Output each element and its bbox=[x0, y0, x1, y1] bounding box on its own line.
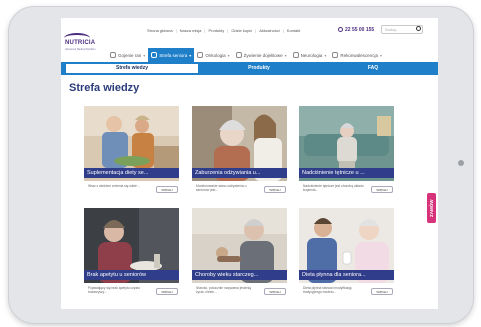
article-title[interactable]: Suplementacja diety se... bbox=[84, 168, 179, 178]
article-card[interactable]: Zaburzenia odżywiania u... Monitorowanie… bbox=[192, 106, 287, 204]
category-label: Onkologia bbox=[205, 52, 226, 58]
top-nav-item-home[interactable]: Strona główna bbox=[147, 28, 173, 33]
tab-products[interactable]: Produkty bbox=[209, 64, 309, 73]
article-card[interactable]: Brak apetytu u seniorów Pojawiający się … bbox=[84, 208, 179, 306]
search-icon[interactable] bbox=[416, 26, 421, 31]
category-senior-zone[interactable]: Strefa seniora ▾ bbox=[148, 48, 195, 62]
category-enteral-nutrition[interactable]: Żywienie dojelitowe ▾ bbox=[233, 48, 290, 62]
chevron-down-icon: ▾ bbox=[284, 52, 287, 58]
article-excerpt: Dieta płynna stanowi modyfikację tradycy… bbox=[303, 286, 352, 294]
divider: | bbox=[227, 28, 229, 33]
article-excerpt: Starość, potocznie nazywana jesienią życ… bbox=[196, 286, 251, 294]
order-side-tab[interactable]: ZAMÓW bbox=[427, 193, 436, 223]
article-card[interactable]: Dieta płynna dla seniora... Dieta płynna… bbox=[299, 208, 394, 306]
divider: | bbox=[204, 28, 206, 33]
more-button[interactable]: WIĘCEJ bbox=[156, 186, 178, 193]
bandage-icon bbox=[110, 52, 116, 58]
recovery-icon bbox=[332, 52, 339, 58]
phone-icon bbox=[338, 27, 343, 32]
article-title[interactable]: Nadciśnienie tętnicze u ... bbox=[299, 168, 394, 178]
home-button[interactable] bbox=[458, 160, 464, 166]
divider: | bbox=[255, 28, 257, 33]
category-oncology[interactable]: Onkologia ▾ bbox=[194, 48, 232, 62]
tube-icon bbox=[235, 52, 242, 58]
brain-icon bbox=[292, 52, 299, 58]
article-excerpt: Monitorowanie stanu odżywienia u senioró… bbox=[196, 184, 247, 192]
article-card[interactable]: Nadciśnienie tętnicze u ... Nadciśnienie… bbox=[299, 106, 394, 204]
logo-tagline: Advanced Medical Nutrition bbox=[65, 48, 96, 51]
section-tabs: Strefa wiedzy Produkty FAQ bbox=[61, 62, 438, 75]
top-nav-item-mission[interactable]: Nasza misja bbox=[180, 28, 202, 33]
category-nav: Gojenie ran ▾ Strefa seniora ▾ Onkologia ▾ … bbox=[107, 48, 385, 62]
divider: | bbox=[175, 28, 177, 33]
divider: | bbox=[282, 28, 284, 33]
more-button[interactable]: WIĘCEJ bbox=[264, 186, 286, 193]
top-nav-item-contact[interactable]: Kontakt bbox=[287, 28, 301, 33]
logo[interactable]: NUTRICIA bbox=[65, 40, 95, 46]
chevron-down-icon: ▾ bbox=[324, 52, 327, 58]
category-neurology[interactable]: Neurologia ▾ bbox=[290, 48, 330, 62]
browser-screen: NUTRICIA Advanced Medical Nutrition Stro… bbox=[61, 18, 438, 309]
article-title[interactable]: Zaburzenia odżywiania u... bbox=[192, 168, 287, 178]
category-label: Gojenie ran bbox=[118, 52, 142, 58]
ribbon-icon bbox=[197, 52, 204, 58]
chevron-down-icon: ▾ bbox=[379, 52, 382, 58]
top-nav: Strona główna | Nasza misja | Produkty | Gd… bbox=[147, 28, 300, 33]
chevron-down-icon: ▾ bbox=[189, 52, 192, 58]
site-header: NUTRICIA Advanced Medical Nutrition Stro… bbox=[61, 18, 438, 62]
category-label: Strefa seniora bbox=[159, 52, 188, 58]
category-label: Neurologia bbox=[300, 52, 323, 58]
article-excerpt: Nadciśnienie tętnicze jest chorobą układ… bbox=[303, 184, 364, 192]
chevron-down-icon: ▾ bbox=[227, 52, 230, 58]
category-wound-healing[interactable]: Gojenie ran ▾ bbox=[107, 48, 148, 62]
article-title[interactable]: Dieta płynna dla seniora... bbox=[299, 270, 394, 280]
more-button[interactable]: WIĘCEJ bbox=[371, 186, 393, 193]
article-excerpt: Pojawiający się brak apetytu często towa… bbox=[88, 286, 141, 294]
tab-knowledge-zone[interactable]: Strefa wiedzy bbox=[66, 64, 198, 73]
article-title[interactable]: Choroby wieku starczeg... bbox=[192, 270, 287, 280]
more-button[interactable]: WIĘCEJ bbox=[371, 288, 393, 295]
top-nav-item-where-to-buy[interactable]: Gdzie kupić bbox=[231, 28, 252, 33]
senior-icon bbox=[151, 52, 158, 58]
page-title: Strefa wiedzy bbox=[69, 82, 140, 94]
phone-number: 22 55 00 155 bbox=[345, 27, 375, 33]
tab-faq[interactable]: FAQ bbox=[323, 64, 423, 73]
more-button[interactable]: WIĘCEJ bbox=[264, 288, 286, 295]
chevron-down-icon: ▾ bbox=[143, 52, 146, 58]
phone-link[interactable]: 22 55 00 155 bbox=[338, 27, 374, 33]
more-button[interactable]: WIĘCEJ bbox=[156, 288, 178, 295]
category-label: Żywienie dojelitowe bbox=[243, 52, 283, 58]
article-excerpt: Wraz z wiekiem zmienia się wiele... bbox=[88, 184, 140, 188]
category-convalescence[interactable]: Rekonwalescencja ▾ bbox=[329, 48, 385, 62]
article-card[interactable]: Suplementacja diety se... Wraz z wiekiem… bbox=[84, 106, 179, 204]
category-label: Rekonwalescencja bbox=[340, 52, 378, 58]
top-nav-item-news[interactable]: Aktualności bbox=[259, 28, 279, 33]
top-nav-item-products[interactable]: Produkty bbox=[208, 28, 224, 33]
article-card[interactable]: Choroby wieku starczeg... Starość, potoc… bbox=[192, 208, 287, 306]
article-title[interactable]: Brak apetytu u seniorów bbox=[84, 270, 179, 280]
